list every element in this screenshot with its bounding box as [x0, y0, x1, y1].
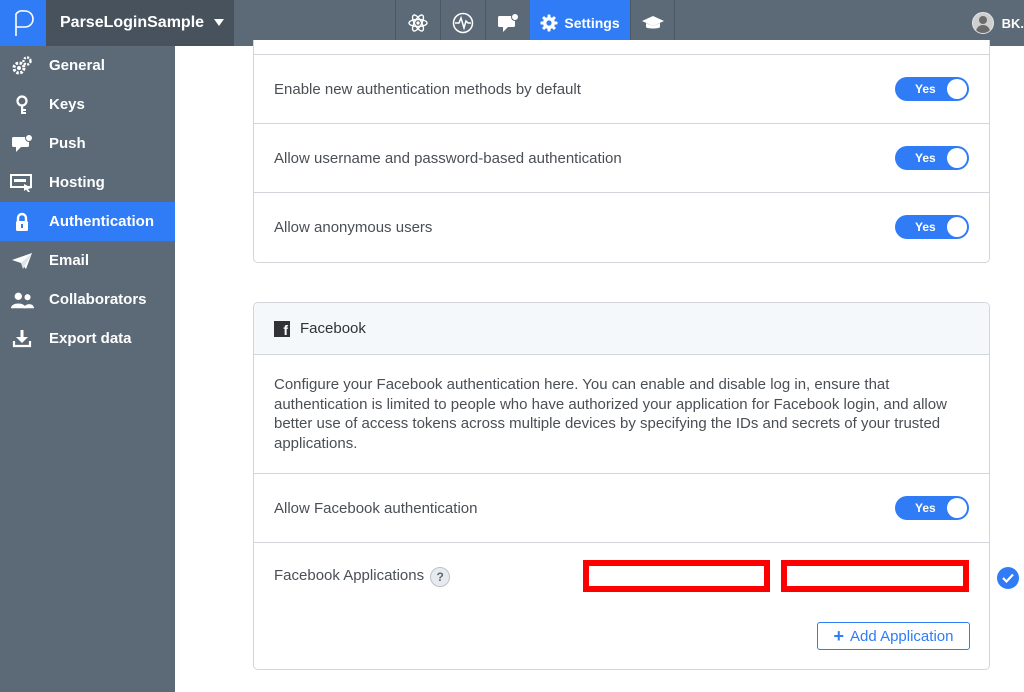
plus-icon: + [833, 626, 845, 646]
setting-label: Allow username and password-based authen… [274, 149, 622, 167]
download-icon [10, 329, 34, 349]
gears-icon [10, 55, 34, 76]
toggle-label: Yes [915, 82, 936, 96]
add-application-label: Add Application [850, 627, 954, 645]
main-content: Enable new authentication methods by def… [175, 40, 1024, 692]
hosting-icon [10, 173, 34, 193]
sidebar-item-keys[interactable]: Keys [0, 85, 175, 124]
toggle-username-password[interactable]: Yes [895, 146, 969, 170]
sidebar-item-label: Authentication [49, 213, 154, 230]
graduation-cap-icon [641, 16, 664, 29]
parse-logo-icon [15, 10, 34, 36]
sidebar-item-label: Collaborators [49, 291, 147, 308]
facebook-title: Facebook [300, 320, 366, 337]
facebook-card-header: f Facebook [254, 303, 989, 355]
facebook-app-secret-field-redacted[interactable] [781, 560, 969, 592]
add-application-button[interactable]: + Add Application [817, 622, 970, 650]
toggle-label: Yes [915, 501, 936, 515]
setting-row-new-methods: Enable new authentication methods by def… [254, 54, 989, 123]
toggle-knob [947, 498, 967, 518]
toggle-label: Yes [915, 220, 936, 234]
toggle-knob [947, 79, 967, 99]
checkmark-icon [997, 567, 1019, 589]
sidebar-item-email[interactable]: Email [0, 241, 175, 280]
sidebar-item-label: Push [49, 135, 86, 152]
sidebar-item-push[interactable]: Push [0, 124, 175, 163]
setting-row-username-password: Allow username and password-based authen… [254, 123, 989, 192]
app-selector[interactable]: ParseLoginSample [46, 0, 234, 46]
nav-settings-label: Settings [564, 15, 620, 31]
setting-label: Facebook Applications [274, 567, 425, 584]
setting-label: Allow anonymous users [274, 218, 433, 236]
toggle-label: Yes [915, 151, 936, 165]
setting-label: Enable new authentication methods by def… [274, 80, 581, 98]
facebook-app-id-field-redacted[interactable] [583, 560, 770, 592]
user-name: BK. [1001, 15, 1024, 31]
sidebar-item-label: Keys [49, 96, 85, 113]
facebook-description: Configure your Facebook authentication h… [274, 376, 947, 452]
sidebar-item-collaborators[interactable]: Collaborators [0, 280, 175, 319]
settings-sidebar: General Keys Push Hosting Authentication… [0, 46, 175, 692]
setting-row-allow-facebook: Allow Facebook authentication Yes [254, 473, 989, 542]
setting-row-anonymous: Allow anonymous users Yes [254, 192, 989, 261]
sidebar-item-hosting[interactable]: Hosting [0, 163, 175, 202]
chevron-down-icon [214, 19, 224, 26]
setting-label: Allow Facebook authentication [274, 499, 478, 517]
sidebar-item-label: Email [49, 252, 90, 269]
sidebar-item-export-data[interactable]: Export data [0, 319, 175, 358]
sidebar-item-authentication[interactable]: Authentication [0, 202, 175, 241]
atom-icon [408, 14, 428, 32]
paper-plane-icon [10, 251, 34, 271]
toggle-new-methods[interactable]: Yes [895, 77, 969, 101]
sidebar-item-label: Export data [49, 330, 132, 347]
analytics-pulse-icon [452, 12, 474, 34]
users-icon [10, 290, 34, 310]
toggle-knob [947, 217, 967, 237]
facebook-card: f Facebook Configure your Facebook authe… [253, 302, 990, 670]
toggle-anonymous[interactable]: Yes [895, 215, 969, 239]
sidebar-item-label: General [49, 57, 105, 74]
push-message-icon [10, 133, 34, 154]
auth-settings-card: Enable new authentication methods by def… [253, 40, 990, 263]
lock-icon [10, 212, 34, 232]
key-icon [10, 94, 34, 115]
toggle-allow-facebook[interactable]: Yes [895, 496, 969, 520]
toggle-knob [947, 148, 967, 168]
sidebar-item-label: Hosting [49, 174, 105, 191]
parse-logo[interactable] [0, 0, 46, 46]
settings-gear-icon [540, 14, 558, 32]
sidebar-item-general[interactable]: General [0, 46, 175, 85]
push-message-icon [498, 13, 519, 32]
facebook-icon: f [274, 320, 290, 337]
avatar [971, 12, 994, 34]
app-name: ParseLoginSample [60, 14, 205, 31]
help-icon[interactable]: ? [430, 567, 451, 587]
